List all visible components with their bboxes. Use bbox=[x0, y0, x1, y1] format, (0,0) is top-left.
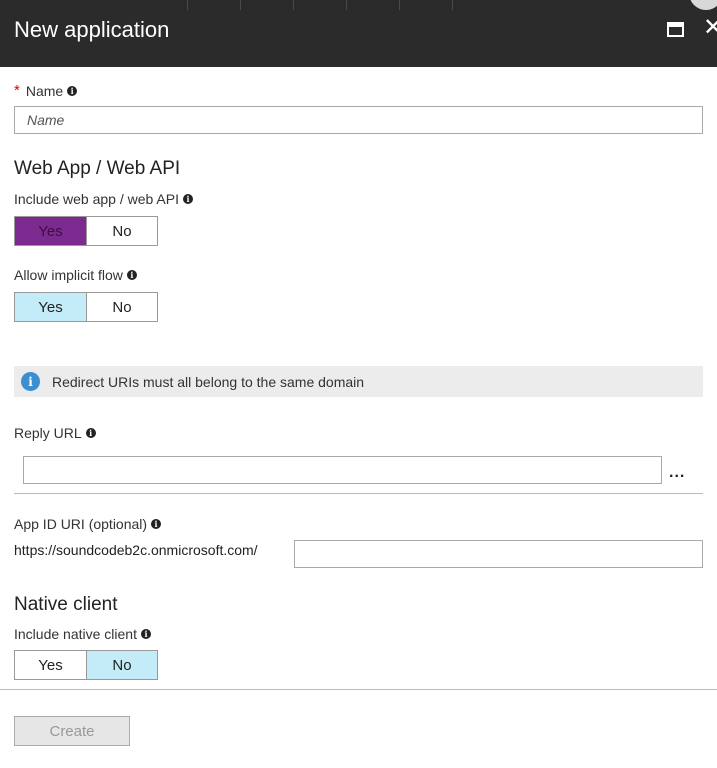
reply-url-label-row: Reply URL i bbox=[14, 425, 96, 441]
include-web-toggle: Yes No bbox=[14, 216, 158, 246]
info-circle-icon: i bbox=[21, 372, 40, 391]
app-id-uri-label-row: App ID URI (optional) i bbox=[14, 516, 162, 532]
blade-header: New application ✕ bbox=[0, 10, 717, 67]
reply-url-label: Reply URL bbox=[14, 425, 82, 441]
implicit-flow-label-row: Allow implicit flow i bbox=[14, 267, 137, 283]
include-web-label: Include web app / web API bbox=[14, 191, 179, 207]
include-native-label: Include native client bbox=[14, 626, 137, 642]
info-icon[interactable]: i bbox=[183, 194, 193, 204]
info-icon[interactable]: i bbox=[67, 85, 78, 96]
include-native-toggle: Yes No bbox=[14, 650, 158, 680]
app-id-uri-label: App ID URI (optional) bbox=[14, 516, 148, 532]
create-button[interactable]: Create bbox=[14, 716, 130, 746]
implicit-flow-no-option[interactable]: No bbox=[86, 293, 157, 321]
top-tab[interactable] bbox=[399, 0, 452, 10]
name-label-row: * Name i bbox=[14, 82, 78, 99]
native-client-heading: Native client bbox=[14, 594, 118, 615]
close-icon[interactable]: ✕ bbox=[703, 13, 717, 43]
footer-divider bbox=[0, 689, 717, 690]
app-id-uri-prefix: https://soundcodeb2c.onmicrosoft.com/ bbox=[14, 542, 258, 558]
more-options-icon[interactable]: ... bbox=[669, 464, 685, 482]
include-web-label-row: Include web app / web API i bbox=[14, 191, 193, 207]
info-icon[interactable]: i bbox=[85, 428, 96, 438]
reply-url-input[interactable] bbox=[23, 456, 662, 484]
required-star-icon: * bbox=[14, 82, 20, 99]
include-web-no-option[interactable]: No bbox=[86, 217, 157, 245]
top-tab[interactable] bbox=[293, 0, 346, 10]
info-icon[interactable]: i bbox=[126, 270, 137, 280]
include-web-yes-option[interactable]: Yes bbox=[15, 217, 86, 245]
name-label: Name bbox=[25, 82, 64, 99]
include-native-label-row: Include native client i bbox=[14, 626, 151, 642]
top-tab[interactable] bbox=[240, 0, 293, 10]
page-title: New application bbox=[14, 17, 170, 42]
implicit-flow-toggle: Yes No bbox=[14, 292, 158, 322]
web-app-heading: Web App / Web API bbox=[14, 158, 181, 179]
top-tab bbox=[452, 0, 454, 10]
top-strip bbox=[0, 0, 717, 10]
implicit-flow-yes-option[interactable]: Yes bbox=[15, 293, 86, 321]
maximize-icon[interactable] bbox=[667, 22, 684, 37]
include-native-no-option[interactable]: No bbox=[86, 651, 157, 679]
redirect-info-banner: i Redirect URIs must all belong to the s… bbox=[14, 366, 703, 397]
info-icon[interactable]: i bbox=[140, 629, 151, 639]
top-tab[interactable] bbox=[346, 0, 399, 10]
avatar[interactable] bbox=[689, 0, 717, 10]
implicit-flow-label: Allow implicit flow bbox=[14, 267, 123, 283]
top-tab[interactable] bbox=[187, 0, 240, 10]
divider bbox=[14, 493, 703, 494]
include-native-yes-option[interactable]: Yes bbox=[15, 651, 86, 679]
info-icon[interactable]: i bbox=[151, 519, 162, 529]
name-input[interactable] bbox=[14, 106, 703, 134]
redirect-info-text: Redirect URIs must all belong to the sam… bbox=[52, 373, 365, 390]
app-id-uri-input[interactable] bbox=[294, 540, 703, 568]
